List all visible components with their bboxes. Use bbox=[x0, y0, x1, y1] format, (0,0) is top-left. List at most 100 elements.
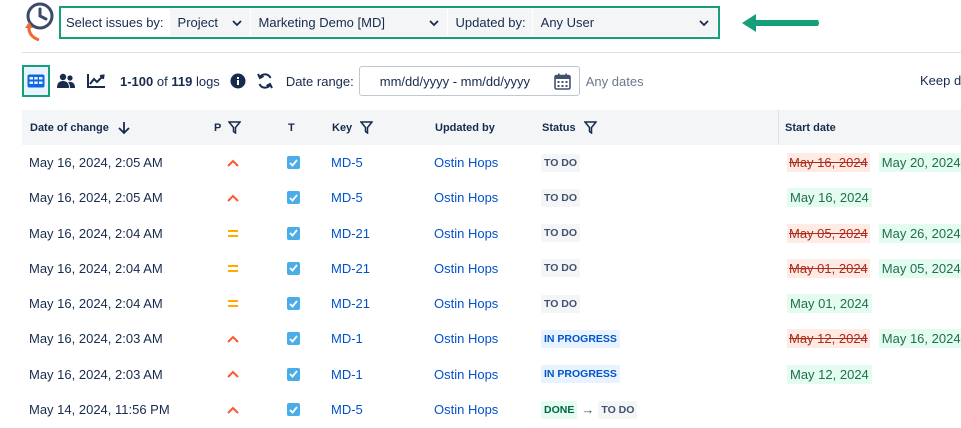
header-status[interactable]: Status bbox=[542, 110, 597, 145]
user-link[interactable]: Ostin Hops bbox=[434, 216, 498, 251]
status-cell: TO DO bbox=[541, 286, 581, 321]
header-label: Date of change bbox=[30, 121, 109, 134]
type-cell bbox=[287, 216, 300, 251]
user-link[interactable]: Ostin Hops bbox=[434, 321, 498, 356]
header-key[interactable]: Key bbox=[332, 110, 374, 145]
priority-cell bbox=[225, 392, 241, 427]
status-cell: TO DO bbox=[541, 145, 581, 180]
status-lozenge: TO DO bbox=[541, 153, 581, 172]
sync-icon[interactable] bbox=[256, 72, 274, 90]
header-label: Status bbox=[542, 121, 576, 134]
issue-key-link[interactable]: MD-21 bbox=[331, 286, 370, 321]
change-date: May 16, 2024, 2:05 AM bbox=[29, 155, 163, 170]
log-range: 1-100 bbox=[120, 73, 154, 89]
task-type-icon bbox=[287, 403, 300, 417]
priority-high-icon bbox=[227, 159, 239, 167]
start-date-new: May 05, 2024 bbox=[878, 258, 961, 278]
issue-key-link[interactable]: MD-5 bbox=[331, 145, 363, 180]
issue-key-link[interactable]: MD-1 bbox=[331, 321, 363, 356]
user-link[interactable]: Ostin Hops bbox=[434, 145, 498, 180]
any-dates-text: Any dates bbox=[585, 73, 644, 89]
select-by-value: Project bbox=[177, 15, 219, 30]
status-cell: IN PROGRESS bbox=[541, 357, 620, 392]
start-date-old: May 05, 2024 bbox=[787, 223, 870, 243]
start-date-old: May 12, 2024 bbox=[787, 329, 870, 349]
start-date-old: May 01, 2024 bbox=[787, 258, 870, 278]
chevron-down-icon bbox=[699, 19, 709, 26]
select-by-label: Select issues by: bbox=[66, 15, 164, 30]
users-icon bbox=[57, 73, 75, 88]
calendar-icon[interactable] bbox=[553, 73, 571, 90]
priority-cell bbox=[225, 286, 241, 321]
header-date-of-change[interactable]: Date of change bbox=[30, 110, 130, 145]
info-icon[interactable] bbox=[230, 73, 246, 89]
start-date-cell: May 01, 2024 bbox=[787, 286, 872, 321]
filter-icon[interactable] bbox=[583, 121, 597, 134]
status-lozenge: TO DO bbox=[541, 188, 581, 207]
type-cell bbox=[287, 145, 300, 180]
status-lozenge: IN PROGRESS bbox=[541, 365, 620, 384]
type-cell bbox=[287, 392, 300, 427]
change-date: May 16, 2024, 2:03 AM bbox=[29, 366, 163, 382]
filter-icon[interactable] bbox=[228, 121, 242, 134]
priority-medium-icon bbox=[228, 264, 238, 272]
status-cell: IN PROGRESS bbox=[541, 321, 620, 356]
task-type-icon bbox=[287, 332, 300, 346]
project-value: Marketing Demo [MD] bbox=[258, 15, 385, 30]
start-date-old: May 16, 2024 bbox=[787, 153, 870, 172]
priority-high-icon bbox=[227, 194, 239, 202]
chart-view-button[interactable] bbox=[82, 67, 110, 95]
type-cell bbox=[287, 357, 300, 392]
table-grid-icon bbox=[27, 74, 45, 88]
updated-by-dropdown[interactable]: Any User bbox=[532, 9, 717, 36]
user-link[interactable]: Ostin Hops bbox=[434, 251, 498, 286]
header-label: T bbox=[288, 121, 295, 134]
priority-cell bbox=[225, 180, 241, 215]
user-link[interactable]: Ostin Hops bbox=[434, 180, 498, 215]
table-body: May 16, 2024, 2:05 AM MD-5 Ostin Hops TO… bbox=[22, 145, 961, 427]
task-type-icon bbox=[287, 156, 300, 169]
select-by-dropdown[interactable]: Project bbox=[169, 9, 250, 36]
table-row: May 16, 2024, 2:05 AM MD-5 Ostin Hops TO… bbox=[22, 180, 961, 215]
issue-filter-bar: Select issues by: Project Marketing Demo… bbox=[59, 6, 720, 39]
log-count: 1-100 of 119 logs bbox=[120, 74, 220, 89]
date-range-input[interactable]: mm/dd/yyyy - mm/dd/yyyy bbox=[358, 66, 580, 96]
task-type-icon bbox=[287, 191, 300, 205]
status-lozenge: TO DO bbox=[598, 400, 638, 419]
priority-cell bbox=[225, 321, 241, 356]
user-link[interactable]: Ostin Hops bbox=[434, 392, 498, 427]
arrow-right-icon: → bbox=[581, 402, 595, 418]
users-view-button[interactable] bbox=[52, 67, 80, 95]
filter-icon[interactable] bbox=[360, 121, 374, 134]
keep-option-text[interactable]: Keep d bbox=[920, 73, 961, 88]
arrow-down-icon[interactable] bbox=[118, 121, 130, 135]
user-link[interactable]: Ostin Hops bbox=[434, 286, 498, 321]
header-updated-by: Updated by bbox=[435, 110, 495, 145]
header-label: P bbox=[214, 121, 222, 134]
issue-key-link[interactable]: MD-21 bbox=[331, 251, 370, 286]
priority-cell bbox=[225, 145, 241, 180]
table-view-button[interactable] bbox=[22, 65, 50, 97]
issue-key-link[interactable]: MD-5 bbox=[331, 392, 363, 427]
priority-medium-icon bbox=[228, 300, 238, 308]
task-type-icon bbox=[287, 261, 300, 275]
user-link[interactable]: Ostin Hops bbox=[434, 357, 498, 392]
issue-key-link[interactable]: MD-1 bbox=[331, 357, 363, 392]
header-priority[interactable]: P bbox=[214, 110, 242, 145]
project-dropdown[interactable]: Marketing Demo [MD] bbox=[250, 9, 447, 36]
start-date-cell: May 16, 2024 May 20, 2024 bbox=[787, 145, 961, 180]
log-total: 119 bbox=[171, 73, 193, 89]
start-date-new: May 20, 2024 bbox=[878, 153, 961, 172]
issue-key-link[interactable]: MD-21 bbox=[331, 216, 370, 251]
header-label: Start date bbox=[785, 121, 836, 134]
updated-by-value: Any User bbox=[540, 15, 595, 30]
log-toolbar: 1-100 of 119 logs Date range: mm/dd/yyyy… bbox=[22, 64, 961, 98]
table-row: May 16, 2024, 2:04 AM MD-21 Ostin Hops T… bbox=[22, 216, 961, 251]
issue-key-link[interactable]: MD-5 bbox=[331, 180, 363, 215]
header-type: T bbox=[288, 110, 295, 145]
start-date-new: May 16, 2024 bbox=[878, 329, 961, 349]
priority-high-icon bbox=[227, 406, 239, 414]
date-range-placeholder: mm/dd/yyyy - mm/dd/yyyy bbox=[379, 73, 530, 89]
date-range-label: Date range: bbox=[285, 73, 354, 89]
priority-cell bbox=[225, 216, 241, 251]
